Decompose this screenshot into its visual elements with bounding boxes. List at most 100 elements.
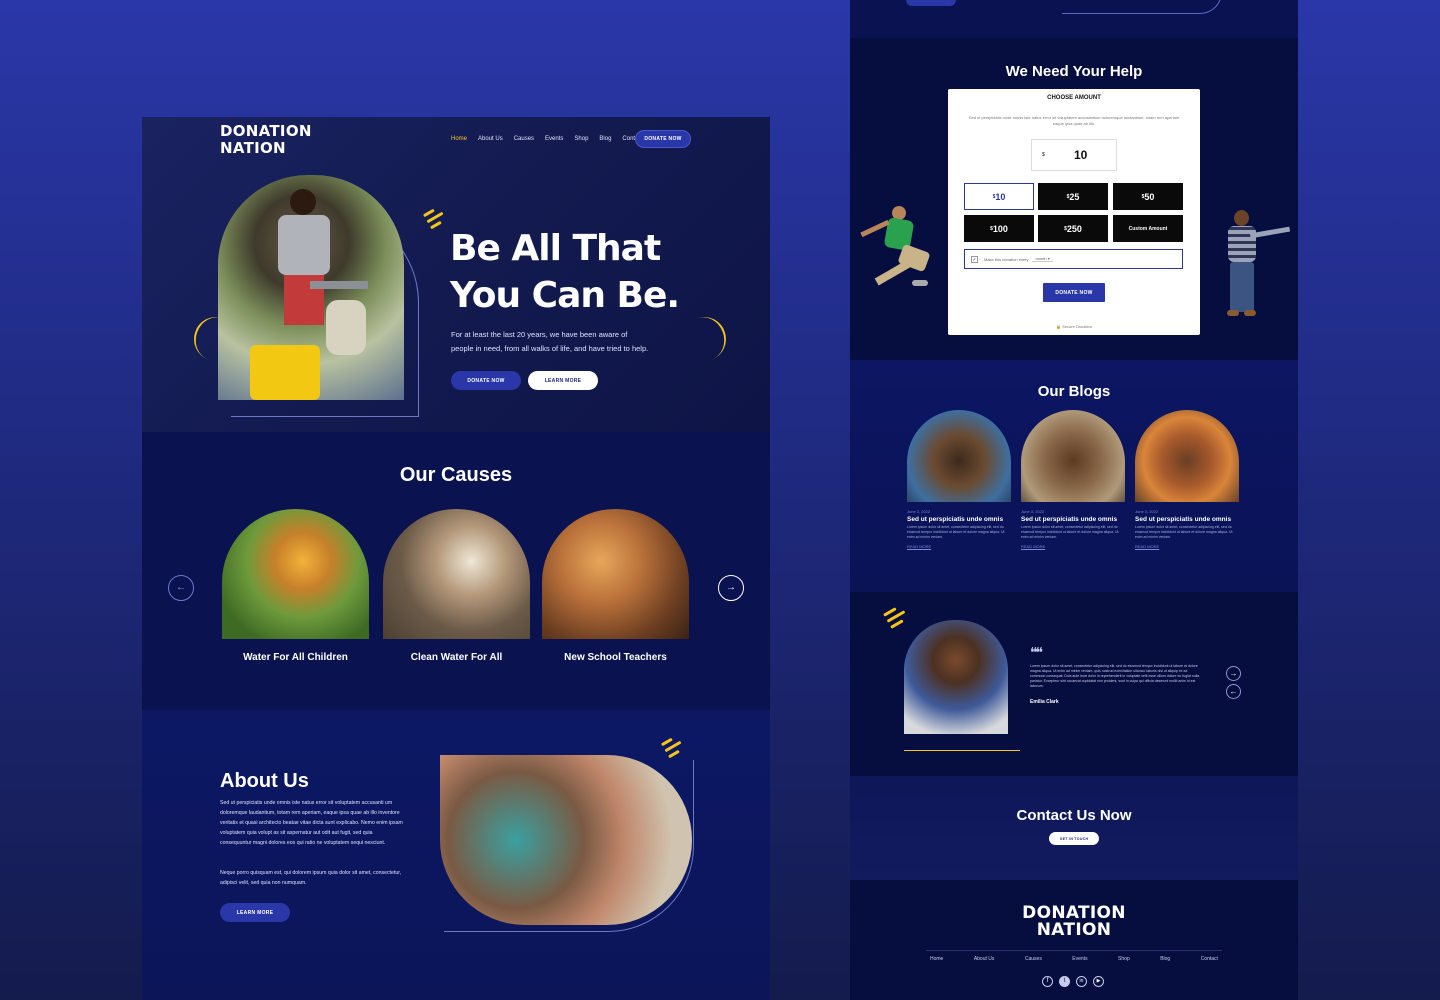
nav-causes[interactable]: Causes bbox=[514, 136, 534, 142]
read-more-link[interactable]: READ MORE bbox=[1135, 544, 1239, 549]
nav-donate-button[interactable]: DONATE NOW bbox=[635, 130, 691, 148]
footer-link[interactable]: Blog bbox=[1160, 956, 1170, 962]
blogs-heading: Our Blogs bbox=[1037, 383, 1111, 400]
right-page-preview: We Need Your Help CHOOSE AMOUNT Sed ut p… bbox=[850, 0, 1298, 1000]
custom-amount-button[interactable]: Custom Amount bbox=[1113, 215, 1183, 242]
secure-donation-note: 🔒 Secure Donation bbox=[1056, 324, 1092, 329]
photo-underline bbox=[904, 750, 1020, 751]
hero-donate-button[interactable]: DONATE NOW bbox=[451, 371, 521, 390]
causes-heading: Our Causes bbox=[399, 464, 513, 486]
testimonial-author: Emilia Clark bbox=[1030, 699, 1059, 705]
facebook-icon[interactable]: f bbox=[1042, 976, 1053, 987]
nav-home[interactable]: Home bbox=[451, 136, 467, 142]
testimonial-photo bbox=[904, 620, 1008, 734]
blog-card[interactable]: June 3, 2022 Sed ut perspiciatis unde om… bbox=[1135, 410, 1239, 549]
footer-logo[interactable]: DONATION NATION bbox=[850, 905, 1298, 939]
twitter-icon[interactable]: t bbox=[1059, 976, 1070, 987]
cause-card[interactable]: Water For All Children bbox=[222, 509, 369, 689]
recurring-row[interactable]: ✓ Make this donation every month ▾ bbox=[964, 249, 1183, 269]
top-strip bbox=[850, 0, 1298, 38]
nav-events[interactable]: Events bbox=[545, 136, 563, 142]
footer-link[interactable]: Home bbox=[930, 956, 943, 962]
about-heading: About Us bbox=[220, 770, 309, 792]
amount-option-250[interactable]: $250 bbox=[1038, 215, 1108, 242]
footer-link[interactable]: Contact bbox=[1201, 956, 1218, 962]
hero-description: For at least the last 20 years, we have … bbox=[451, 330, 649, 353]
about-paragraph-2: Neque porro quisquam est, qui dolorem ip… bbox=[220, 870, 402, 886]
hero-swirl-right bbox=[675, 310, 733, 368]
footer-link[interactable]: Events bbox=[1072, 956, 1087, 962]
next-testimonial-button[interactable]: → bbox=[1226, 666, 1241, 681]
blog-card[interactable]: June 3, 2022 Sed ut perspiciatis unde om… bbox=[1021, 410, 1125, 549]
blog-excerpt: Lorem ipsum dolor sit amet, consectetur … bbox=[1021, 525, 1119, 539]
donation-form: CHOOSE AMOUNT Sed ut perspiciatis unde o… bbox=[948, 89, 1200, 335]
blog-image bbox=[1135, 410, 1239, 502]
donate-submit-button[interactable]: DONATE NOW bbox=[1043, 283, 1105, 302]
about-learn-more-button[interactable]: LEARN MORE bbox=[220, 903, 290, 922]
social-links: f t in ▶ bbox=[1042, 976, 1104, 987]
footer-link[interactable]: Causes bbox=[1025, 956, 1042, 962]
read-more-link[interactable]: READ MORE bbox=[907, 544, 1011, 549]
about-accent-sparks bbox=[660, 735, 685, 759]
nav-shop[interactable]: Shop bbox=[574, 136, 588, 142]
footer-link[interactable]: About Us bbox=[974, 956, 995, 962]
prev-testimonial-button[interactable]: ← bbox=[1226, 684, 1241, 699]
site-logo[interactable]: DONATION NATION bbox=[220, 123, 312, 157]
linkedin-icon[interactable]: in bbox=[1076, 976, 1087, 987]
jumping-boy-image bbox=[854, 206, 934, 316]
help-heading: We Need Your Help bbox=[1005, 63, 1143, 80]
blog-excerpt: Lorem ipsum dolor sit amet, consectetur … bbox=[907, 525, 1005, 539]
nav-blog[interactable]: Blog bbox=[599, 136, 611, 142]
blogs-section: Our Blogs June 3, 2022 Sed ut perspiciat… bbox=[850, 360, 1298, 592]
cause-title: Clean Water For All bbox=[410, 652, 503, 663]
cause-card[interactable]: New School Teachers bbox=[542, 509, 689, 689]
form-title: CHOOSE AMOUNT bbox=[1047, 95, 1101, 101]
get-in-touch-button[interactable]: GET IN TOUCH bbox=[1049, 832, 1099, 845]
causes-next-button[interactable]: → bbox=[718, 575, 744, 601]
blog-date: June 3, 2022 bbox=[1135, 509, 1159, 514]
hero-accent-sparks bbox=[422, 206, 447, 230]
hero-title-line-2: You Can Be. bbox=[450, 275, 680, 316]
arrow-right-icon: → bbox=[1229, 669, 1238, 678]
amount-option-100[interactable]: $100 bbox=[964, 215, 1034, 242]
left-page-preview: DONATION NATION Home About Us Causes Eve… bbox=[142, 117, 770, 1000]
cause-image bbox=[542, 509, 689, 639]
help-section: We Need Your Help CHOOSE AMOUNT Sed ut p… bbox=[850, 38, 1298, 360]
blog-excerpt: Lorem ipsum dolor sit amet, consectetur … bbox=[1135, 525, 1233, 539]
form-description: Sed ut perspiciatis unde omnis iste natu… bbox=[968, 115, 1180, 126]
main-nav: Home About Us Causes Events Shop Blog Co… bbox=[451, 136, 654, 142]
amount-input[interactable]: $ 10 bbox=[1031, 139, 1117, 171]
blog-card[interactable]: June 3, 2022 Sed ut perspiciatis unde om… bbox=[907, 410, 1011, 549]
blog-date: June 3, 2022 bbox=[1021, 509, 1045, 514]
period-select[interactable]: month ▾ bbox=[1032, 256, 1053, 262]
hero-learn-more-button[interactable]: LEARN MORE bbox=[528, 371, 598, 390]
top-strip-arch bbox=[1062, 0, 1222, 14]
recurring-checkbox[interactable]: ✓ bbox=[971, 255, 978, 263]
lock-icon: 🔒 bbox=[1056, 324, 1062, 329]
logo-line-2: NATION bbox=[220, 139, 286, 157]
blog-date: June 3, 2022 bbox=[907, 509, 931, 514]
amount-value: 10 bbox=[1074, 148, 1088, 162]
testimonial-section: ❝❝ Lorem ipsum dolor sit amet, consectet… bbox=[850, 592, 1298, 776]
cause-image bbox=[222, 509, 369, 639]
footer-link[interactable]: Shop bbox=[1118, 956, 1130, 962]
accent-sparks bbox=[883, 604, 909, 629]
read-more-link[interactable]: READ MORE bbox=[1021, 544, 1125, 549]
causes-prev-button[interactable]: ← bbox=[168, 575, 194, 601]
amount-option-10[interactable]: $10 bbox=[964, 183, 1034, 210]
quote-icon: ❝❝ bbox=[1030, 644, 1043, 660]
nav-about[interactable]: About Us bbox=[478, 136, 503, 142]
amount-option-25[interactable]: $25 bbox=[1038, 183, 1108, 210]
logo-line-1: DONATION bbox=[220, 122, 312, 140]
top-strip-button[interactable] bbox=[906, 0, 956, 6]
cause-image bbox=[383, 509, 530, 639]
amount-option-50[interactable]: $50 bbox=[1113, 183, 1183, 210]
blog-title: Sed ut perspiciatis unde omnis bbox=[1021, 516, 1118, 523]
arrow-left-icon: ← bbox=[1229, 687, 1238, 696]
footer: DONATION NATION Home About Us Causes Even… bbox=[850, 880, 1298, 1000]
arrow-right-icon: → bbox=[726, 582, 736, 593]
cause-card[interactable]: Clean Water For All bbox=[383, 509, 530, 689]
about-image bbox=[440, 755, 692, 925]
youtube-icon[interactable]: ▶ bbox=[1093, 976, 1104, 987]
blog-image bbox=[1021, 410, 1125, 502]
